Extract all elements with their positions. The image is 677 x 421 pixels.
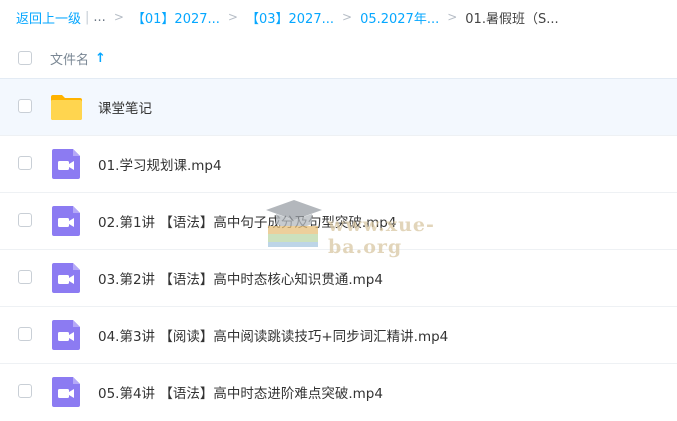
file-row[interactable]: 03.第2讲 【语法】高中时态核心知识贯通.mp4 xyxy=(0,249,677,306)
folder-icon xyxy=(51,95,82,120)
video-file-icon xyxy=(52,149,80,179)
breadcrumb-item-3[interactable]: 05.2027年... xyxy=(360,8,439,27)
file-row[interactable]: 04.第3讲 【阅读】高中阅读跳读技巧+同步词汇精讲.mp4 xyxy=(0,306,677,363)
file-name[interactable]: 04.第3讲 【阅读】高中阅读跳读技巧+同步词汇精讲.mp4 xyxy=(98,325,448,345)
video-file-icon xyxy=(52,377,80,407)
file-name[interactable]: 02.第1讲 【语法】高中句子成分及句型突破.mp4 xyxy=(98,211,396,231)
file-list: 课堂笔记 01.学习规划课.mp4 02.第1讲 【语法】高中句子成分及句型突破… xyxy=(0,78,677,420)
breadcrumb-item-1[interactable]: 【01】2027... xyxy=(132,8,220,27)
chevron-right-icon: > xyxy=(342,10,353,24)
column-header-name[interactable]: 文件名 ↑ xyxy=(50,49,106,68)
breadcrumb-ellipsis[interactable]: ... xyxy=(93,10,105,25)
file-name[interactable]: 05.第4讲 【语法】高中时态进阶难点突破.mp4 xyxy=(98,382,383,402)
video-file-icon xyxy=(52,263,80,293)
file-name[interactable]: 01.学习规划课.mp4 xyxy=(98,154,222,174)
file-row[interactable]: 01.学习规划课.mp4 xyxy=(0,135,677,192)
column-header-label: 文件名 xyxy=(50,52,90,68)
row-checkbox[interactable] xyxy=(18,327,32,341)
row-checkbox[interactable] xyxy=(18,99,32,113)
chevron-right-icon: > xyxy=(447,10,458,24)
file-row[interactable]: 05.第4讲 【语法】高中时态进阶难点突破.mp4 xyxy=(0,363,677,420)
back-link[interactable]: 返回上一级 xyxy=(16,8,81,27)
arrow-up-icon[interactable]: ↑ xyxy=(95,51,106,66)
row-checkbox[interactable] xyxy=(18,213,32,227)
select-all-checkbox[interactable] xyxy=(18,51,32,65)
file-name[interactable]: 03.第2讲 【语法】高中时态核心知识贯通.mp4 xyxy=(98,268,383,288)
row-checkbox[interactable] xyxy=(18,384,32,398)
file-list-header: 文件名 ↑ xyxy=(0,38,677,78)
breadcrumb-item-2[interactable]: 【03】2027... xyxy=(246,8,334,27)
breadcrumb-divider: | xyxy=(85,9,90,25)
breadcrumb-current: 01.暑假班（S... xyxy=(465,11,559,27)
row-checkbox[interactable] xyxy=(18,156,32,170)
file-row[interactable]: 02.第1讲 【语法】高中句子成分及句型突破.mp4 xyxy=(0,192,677,249)
chevron-right-icon: > xyxy=(113,10,124,24)
video-file-icon xyxy=(52,320,80,350)
row-checkbox[interactable] xyxy=(18,270,32,284)
breadcrumb: 返回上一级 | ... > 【01】2027... > 【03】2027... … xyxy=(16,6,671,28)
chevron-right-icon: > xyxy=(227,10,238,24)
video-file-icon xyxy=(52,206,80,236)
file-name[interactable]: 课堂笔记 xyxy=(98,97,152,117)
file-row-folder[interactable]: 课堂笔记 xyxy=(0,78,677,135)
